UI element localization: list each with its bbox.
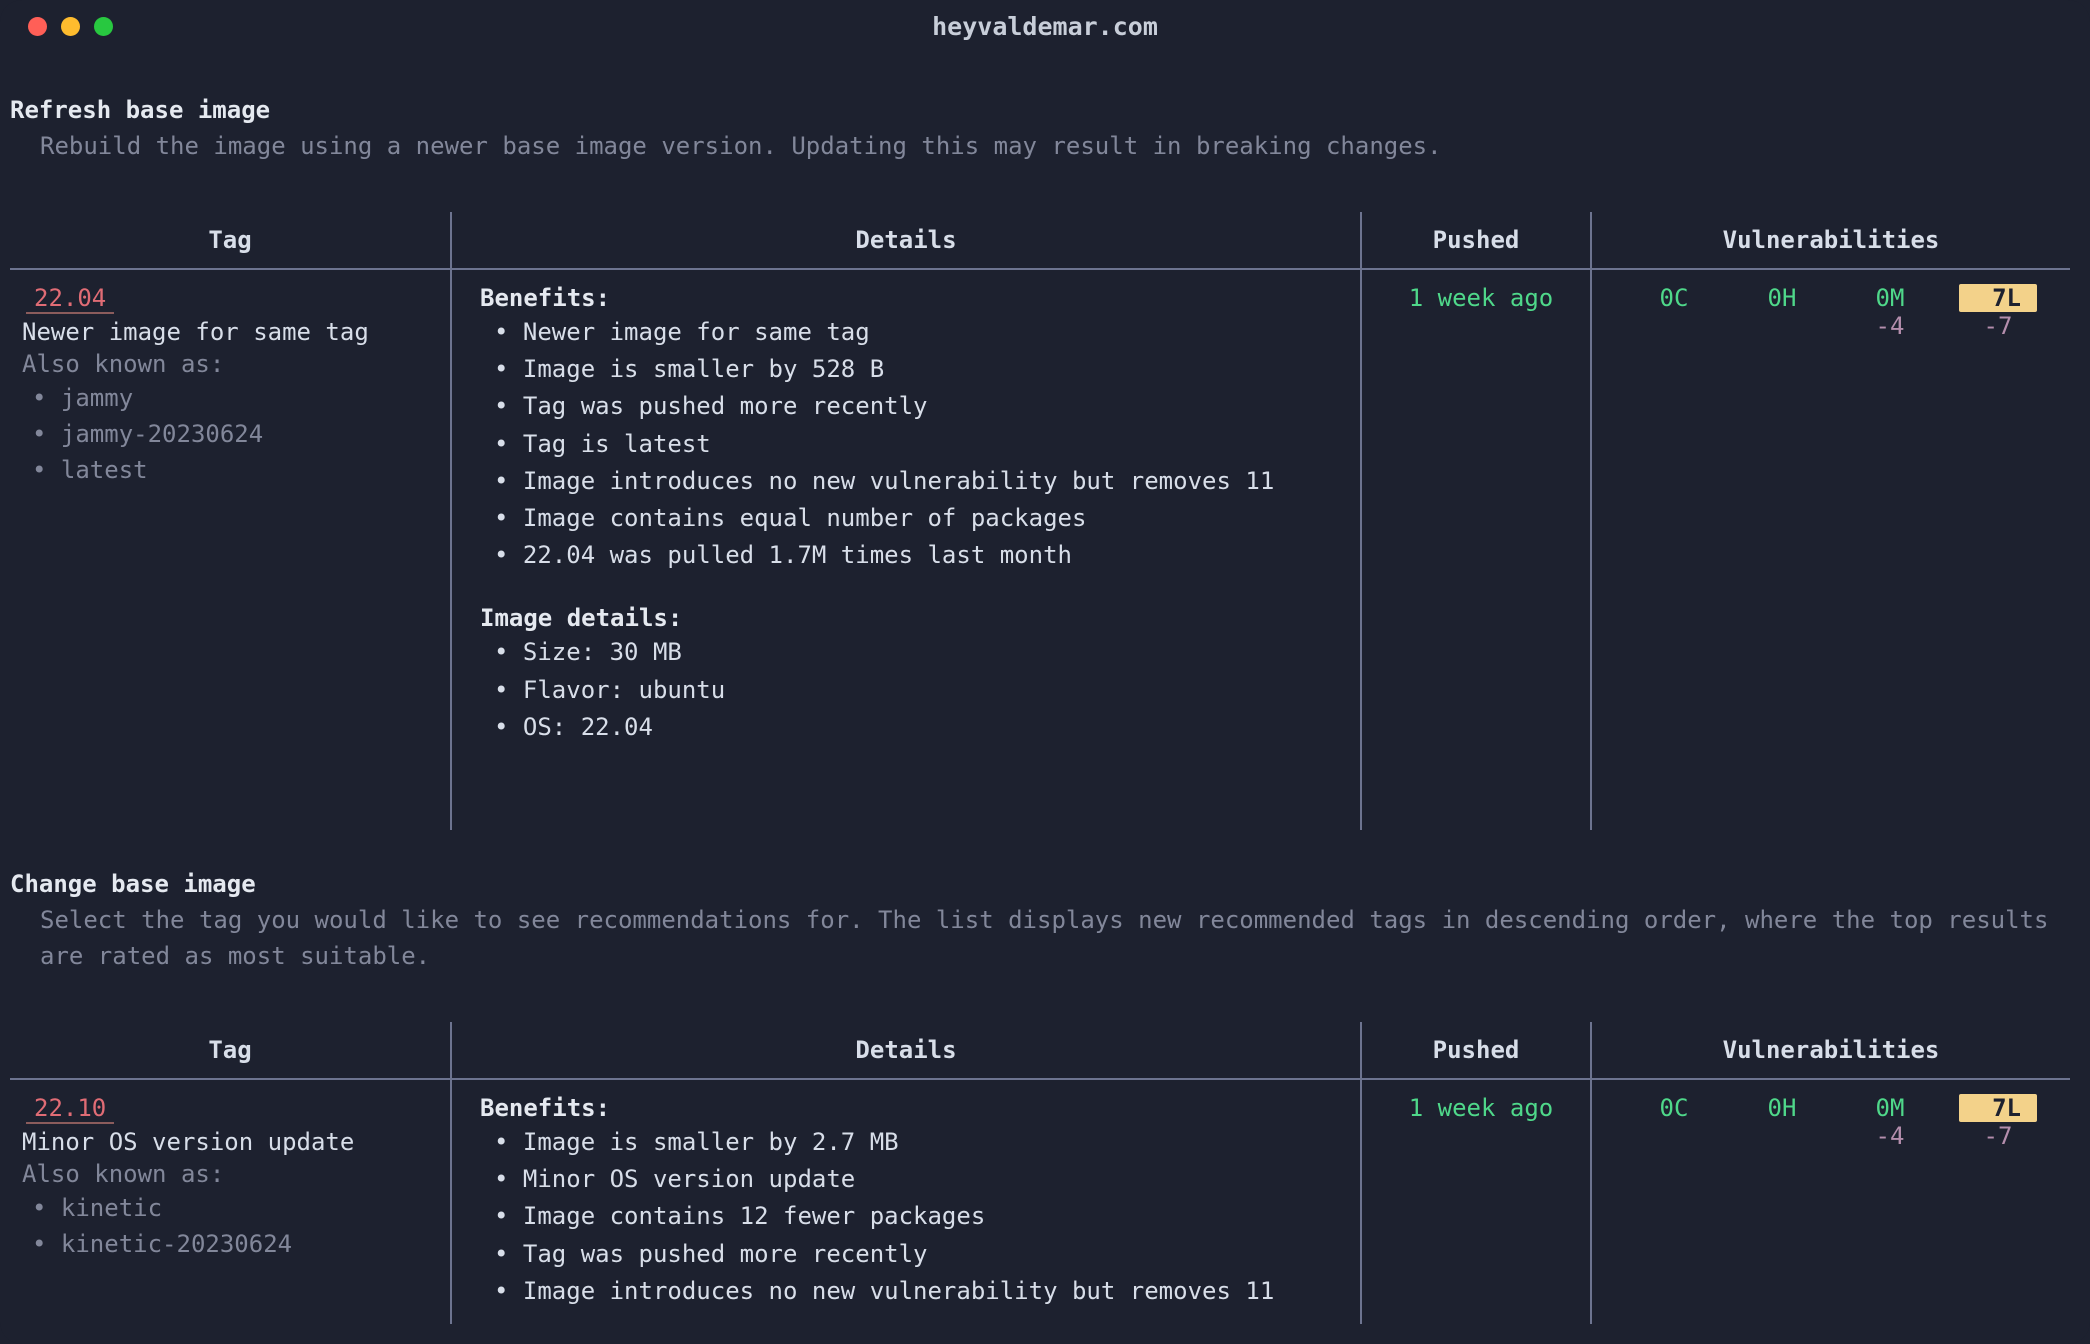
zoom-icon[interactable] xyxy=(94,17,113,36)
benefit-item: Newer image for same tag xyxy=(494,314,1342,351)
vuln-low: 7L xyxy=(1959,284,2037,312)
vuln-medium-delta: -4 xyxy=(1876,312,1905,340)
image-detail-item: Flavor: ubuntu xyxy=(494,672,1342,709)
table-header: Tag Details Pushed Vulnerabilities xyxy=(10,212,2080,270)
section-desc-change: Select the tag you would like to see rec… xyxy=(40,902,2076,974)
table-change: Tag Details Pushed Vulnerabilities 22.10… xyxy=(10,1022,2080,1324)
benefit-item: Image contains 12 fewer packages xyxy=(494,1198,1342,1235)
cell-pushed: 1 week ago xyxy=(1360,1080,1590,1324)
benefit-item: Image contains equal number of packages xyxy=(494,500,1342,537)
image-details-list: Size: 30 MB Flavor: ubuntu OS: 22.04 xyxy=(494,634,1342,746)
vuln-critical: 0C xyxy=(1660,284,1689,312)
benefit-item: Minor OS version update xyxy=(494,1161,1342,1198)
traffic-lights xyxy=(28,17,113,36)
tag-chip[interactable]: 22.10 xyxy=(26,1094,114,1124)
col-tag: Tag xyxy=(10,212,450,270)
cell-tag: 22.10 Minor OS version update Also known… xyxy=(10,1080,450,1324)
cell-tag: 22.04 Newer image for same tag Also know… xyxy=(10,270,450,830)
tag-subtitle: Newer image for same tag xyxy=(22,318,438,346)
tag-chip[interactable]: 22.04 xyxy=(26,284,114,314)
vuln-low: 7L xyxy=(1959,1094,2037,1122)
vuln-low-delta: -7 xyxy=(1984,1122,2013,1150)
table-row: 22.04 Newer image for same tag Also know… xyxy=(10,270,2080,830)
content: Refresh base image Rebuild the image usi… xyxy=(0,52,2090,1324)
benefit-item: Image is smaller by 2.7 MB xyxy=(494,1124,1342,1161)
benefit-item: Tag was pushed more recently xyxy=(494,1236,1342,1273)
image-details-heading: Image details: xyxy=(480,604,1342,632)
vuln-medium-delta: -4 xyxy=(1876,1122,1905,1150)
aka-item: latest xyxy=(32,452,438,488)
col-pushed: Pushed xyxy=(1360,1022,1590,1080)
aka-item: jammy xyxy=(32,380,438,416)
vuln-grid: 0C 0H 0M 7L -4 -7 xyxy=(1620,284,2052,340)
aka-list: kinetic kinetic-20230624 xyxy=(22,1190,438,1262)
tag-subtitle: Minor OS version update xyxy=(22,1128,438,1156)
section-desc-refresh: Rebuild the image using a newer base ima… xyxy=(40,128,2076,164)
col-vulnerabilities: Vulnerabilities xyxy=(1590,1022,2070,1080)
vuln-medium: 0M xyxy=(1876,284,1905,312)
vuln-critical: 0C xyxy=(1660,1094,1689,1122)
cell-details: Benefits: Image is smaller by 2.7 MB Min… xyxy=(450,1080,1360,1324)
table-refresh: Tag Details Pushed Vulnerabilities 22.04… xyxy=(10,212,2080,830)
benefit-item: Image introduces no new vulnerability bu… xyxy=(494,1273,1342,1310)
col-details: Details xyxy=(450,212,1360,270)
aka-label: Also known as: xyxy=(22,1160,438,1188)
benefit-item: Image is smaller by 528 B xyxy=(494,351,1342,388)
vuln-medium: 0M xyxy=(1876,1094,1905,1122)
aka-item: jammy-20230624 xyxy=(32,416,438,452)
benefits-heading: Benefits: xyxy=(480,1094,1342,1122)
pushed-value: 1 week ago xyxy=(1409,284,1554,312)
table-row: 22.10 Minor OS version update Also known… xyxy=(10,1080,2080,1324)
close-icon[interactable] xyxy=(28,17,47,36)
cell-vulnerabilities: 0C 0H 0M 7L -4 -7 xyxy=(1590,270,2070,830)
window-title: heyvaldemar.com xyxy=(932,12,1158,41)
terminal-window: heyvaldemar.com Refresh base image Rebui… xyxy=(0,0,2090,1344)
minimize-icon[interactable] xyxy=(61,17,80,36)
col-tag: Tag xyxy=(10,1022,450,1080)
benefits-list: Image is smaller by 2.7 MB Minor OS vers… xyxy=(494,1124,1342,1310)
vuln-low-delta: -7 xyxy=(1984,312,2013,340)
aka-item: kinetic xyxy=(32,1190,438,1226)
benefit-item: Image introduces no new vulnerability bu… xyxy=(494,463,1342,500)
table-header: Tag Details Pushed Vulnerabilities xyxy=(10,1022,2080,1080)
col-pushed: Pushed xyxy=(1360,212,1590,270)
benefits-list: Newer image for same tag Image is smalle… xyxy=(494,314,1342,574)
col-details: Details xyxy=(450,1022,1360,1080)
cell-details: Benefits: Newer image for same tag Image… xyxy=(450,270,1360,830)
col-vulnerabilities: Vulnerabilities xyxy=(1590,212,2070,270)
benefits-heading: Benefits: xyxy=(480,284,1342,312)
benefit-item: 22.04 was pulled 1.7M times last month xyxy=(494,537,1342,574)
titlebar: heyvaldemar.com xyxy=(0,0,2090,52)
benefit-item: Tag was pushed more recently xyxy=(494,388,1342,425)
aka-item: kinetic-20230624 xyxy=(32,1226,438,1262)
pushed-value: 1 week ago xyxy=(1409,1094,1554,1122)
image-detail-item: Size: 30 MB xyxy=(494,634,1342,671)
cell-vulnerabilities: 0C 0H 0M 7L -4 -7 xyxy=(1590,1080,2070,1324)
vuln-high: 0H xyxy=(1768,284,1797,312)
section-title-change: Change base image xyxy=(10,870,2080,898)
cell-pushed: 1 week ago xyxy=(1360,270,1590,830)
section-title-refresh: Refresh base image xyxy=(10,96,2080,124)
image-detail-item: OS: 22.04 xyxy=(494,709,1342,746)
vuln-grid: 0C 0H 0M 7L -4 -7 xyxy=(1620,1094,2052,1150)
aka-label: Also known as: xyxy=(22,350,438,378)
aka-list: jammy jammy-20230624 latest xyxy=(22,380,438,488)
vuln-high: 0H xyxy=(1768,1094,1797,1122)
benefit-item: Tag is latest xyxy=(494,426,1342,463)
